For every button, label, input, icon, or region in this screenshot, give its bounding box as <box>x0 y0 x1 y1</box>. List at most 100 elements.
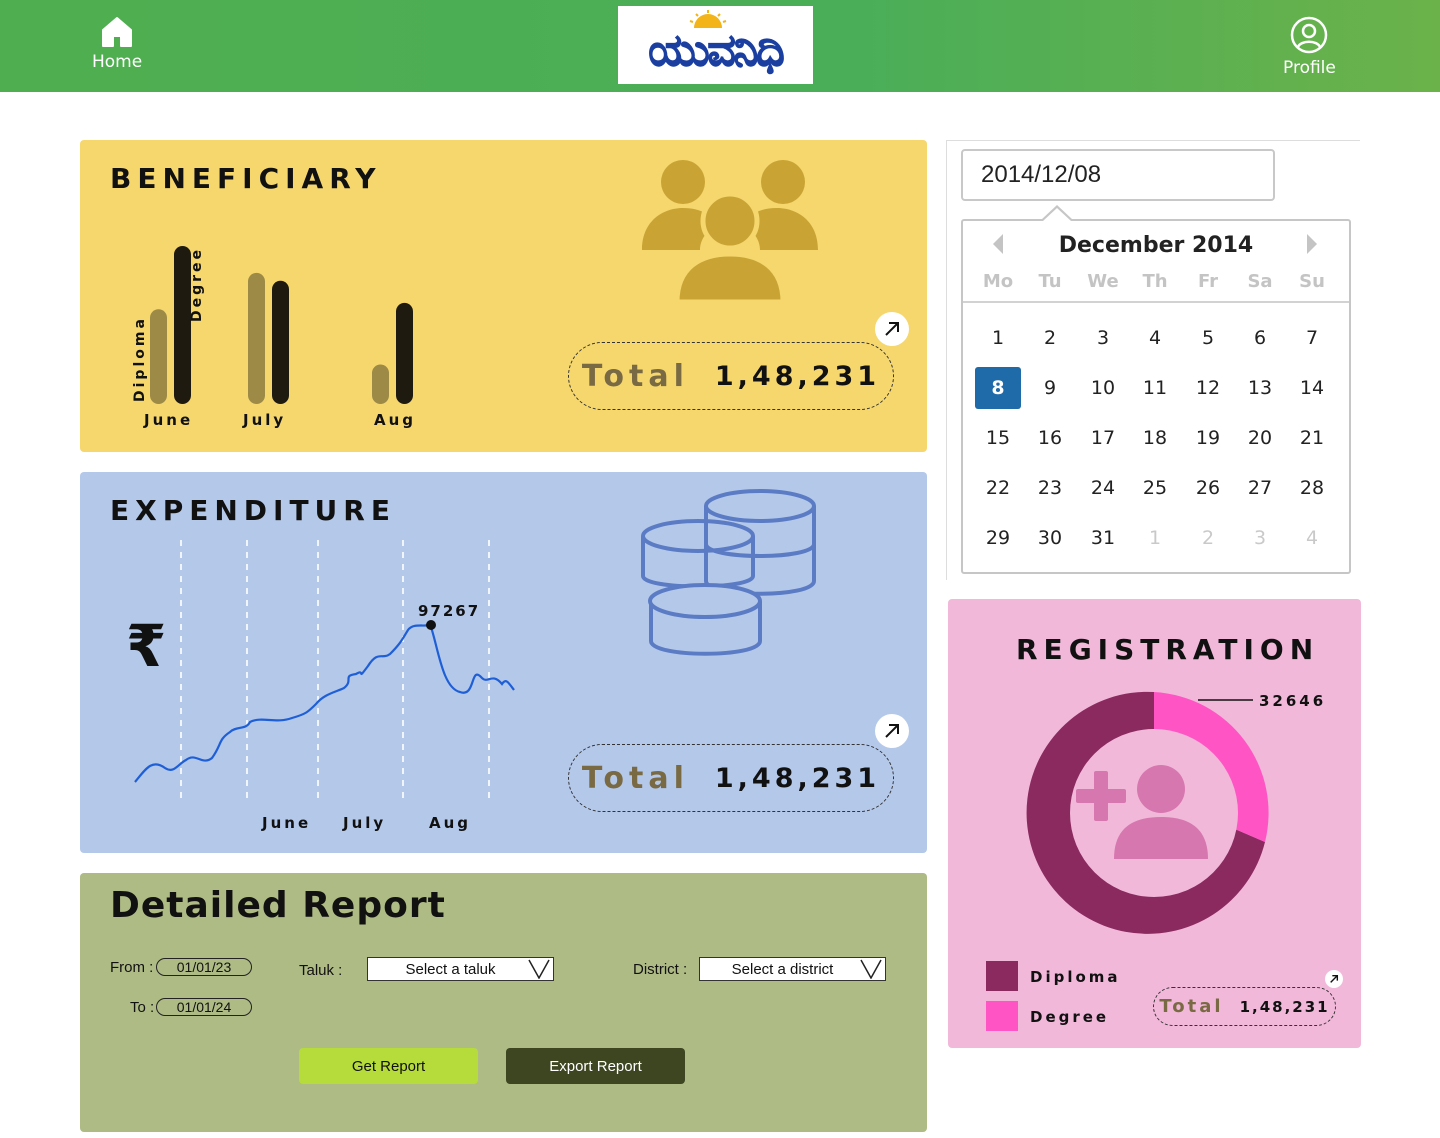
arrow-up-right-icon <box>885 322 899 336</box>
registration-callout-value: 32646 <box>1259 692 1327 710</box>
calendar-day[interactable]: 4 <box>1132 317 1178 359</box>
calendar-day[interactable]: 23 <box>1027 467 1073 509</box>
calendar-day[interactable]: 12 <box>1185 367 1231 409</box>
beneficiary-card: BENEFICIARY Diploma Degree June July Aug… <box>80 140 927 452</box>
calendar-day[interactable]: 10 <box>1080 367 1126 409</box>
bar-label-aug: Aug <box>374 411 417 429</box>
bar-diploma-july <box>248 272 265 404</box>
calendar-day[interactable]: 9 <box>1027 367 1073 409</box>
expenditure-total-value: 1,48,231 <box>714 762 881 794</box>
beneficiary-total-pill: Total 1,48,231 <box>568 342 894 410</box>
weekday-header: Mo <box>982 271 1014 292</box>
calendar-day[interactable]: 13 <box>1237 367 1283 409</box>
bar-diploma-aug <box>372 364 389 404</box>
from-date-input[interactable] <box>156 958 252 976</box>
users-group-icon <box>642 160 818 303</box>
calendar-day[interactable]: 27 <box>1237 467 1283 509</box>
calendar-day[interactable]: 3 <box>1080 317 1126 359</box>
selected-day[interactable]: 8 <box>975 367 1021 409</box>
x-label-june: June <box>262 814 312 832</box>
home-button[interactable]: Home <box>92 16 142 72</box>
taluk-select[interactable]: Select a taluk <box>367 957 554 981</box>
chevron-down-icon <box>528 959 550 979</box>
calendar-day[interactable]: 2 <box>1185 517 1231 559</box>
calendar-day[interactable]: 14 <box>1289 367 1335 409</box>
chevron-down-icon <box>860 959 882 979</box>
calendar-day[interactable]: 3 <box>1237 517 1283 559</box>
coins-stack-icon <box>641 489 816 656</box>
yuvanidhi-logo: ಯುವನಿಧಿ <box>618 6 813 84</box>
weekday-header: Su <box>1299 271 1325 292</box>
district-label: District : <box>633 961 688 978</box>
calendar-day[interactable]: 15 <box>975 417 1021 459</box>
calendar-day[interactable]: 25 <box>1132 467 1178 509</box>
calendar-day[interactable]: 4 <box>1289 517 1335 559</box>
calendar-day[interactable]: 31 <box>1080 517 1126 559</box>
home-icon <box>102 17 133 47</box>
beneficiary-title: BENEFICIARY <box>110 162 382 195</box>
to-label: To : <box>130 999 155 1016</box>
diploma-series-label: Diploma <box>132 316 148 402</box>
datepicker: December 2014 Mo Tu We Th Fr Sa Su 1 2 3 4 5 6 7 8 9 10 1… <box>961 219 1351 574</box>
calendar-day[interactable]: 17 <box>1080 417 1126 459</box>
expenditure-series-line <box>134 622 515 783</box>
calendar-day[interactable]: 22 <box>975 467 1021 509</box>
expenditure-total-pill: Total 1,48,231 <box>568 744 894 812</box>
weekday-header: Tu <box>1038 271 1062 292</box>
legend-swatch-degree <box>986 1001 1018 1031</box>
registration-title: REGISTRATION <box>1016 633 1320 666</box>
expenditure-line-chart <box>134 540 515 804</box>
district-select[interactable]: Select a district <box>699 957 886 981</box>
registration-total-label: Total <box>1159 996 1224 1017</box>
expenditure-total-label: Total <box>581 760 689 796</box>
calendar-day[interactable]: 21 <box>1289 417 1335 459</box>
weekday-header: We <box>1087 271 1119 292</box>
calendar-day[interactable]: 20 <box>1237 417 1283 459</box>
detailed-report-card: Detailed Report From : To : Taluk : Sele… <box>80 873 927 1132</box>
calendar-day[interactable]: 11 <box>1132 367 1178 409</box>
calendar-day[interactable]: 28 <box>1289 467 1335 509</box>
calendar-day[interactable]: 29 <box>975 517 1021 559</box>
degree-series-label: Degree <box>189 246 205 322</box>
next-month-button[interactable] <box>1305 233 1319 260</box>
registration-card: REGISTRATION 32646 Diploma Degree Total … <box>948 599 1361 1048</box>
district-select-text: Select a district <box>731 960 834 978</box>
beneficiary-bar-chart <box>150 246 413 404</box>
calendar-day[interactable]: 1 <box>975 317 1021 359</box>
expenditure-card: EXPENDITURE ₹ 97267 June July Aug Total <box>80 472 927 853</box>
arrow-up-right-icon <box>1330 974 1339 983</box>
weekday-header: Sa <box>1247 271 1273 292</box>
calendar-day[interactable]: 6 <box>1237 317 1283 359</box>
logo-text: ಯುವನಿಧಿ <box>648 24 785 76</box>
calendar-day[interactable]: 30 <box>1027 517 1073 559</box>
beneficiary-expand-button[interactable] <box>875 312 909 346</box>
date-input[interactable] <box>961 149 1275 201</box>
calendar-day[interactable]: 18 <box>1132 417 1178 459</box>
calendar-day[interactable]: 24 <box>1080 467 1126 509</box>
calendar-day[interactable]: 19 <box>1185 417 1231 459</box>
legend-label-diploma: Diploma <box>1030 968 1121 986</box>
calendar-day[interactable]: 16 <box>1027 417 1073 459</box>
to-date-input[interactable] <box>156 998 252 1016</box>
expenditure-expand-button[interactable] <box>875 714 909 748</box>
get-report-button[interactable]: Get Report <box>299 1048 478 1084</box>
x-label-july: July <box>343 814 387 832</box>
registration-expand-button[interactable] <box>1325 970 1343 988</box>
legend-label-degree: Degree <box>1030 1008 1110 1026</box>
profile-button[interactable]: Profile <box>1283 16 1336 78</box>
calendar-day[interactable]: 1 <box>1132 517 1178 559</box>
calendar-day[interactable]: 26 <box>1185 467 1231 509</box>
export-report-button[interactable]: Export Report <box>506 1048 685 1084</box>
bar-diploma-june <box>150 309 167 404</box>
registration-total-pill: Total 1,48,231 <box>1153 987 1336 1026</box>
taluk-select-text: Select a taluk <box>405 960 496 978</box>
datepicker-pointer-inner <box>1043 208 1071 221</box>
calendar-day[interactable]: 5 <box>1185 317 1231 359</box>
from-label: From : <box>110 959 154 976</box>
home-label: Home <box>92 52 143 72</box>
beneficiary-total-value: 1,48,231 <box>714 360 881 392</box>
calendar-day[interactable]: 2 <box>1027 317 1073 359</box>
bar-degree-aug <box>396 302 413 404</box>
calendar-day[interactable]: 7 <box>1289 317 1335 359</box>
weekday-header: Fr <box>1197 271 1219 292</box>
